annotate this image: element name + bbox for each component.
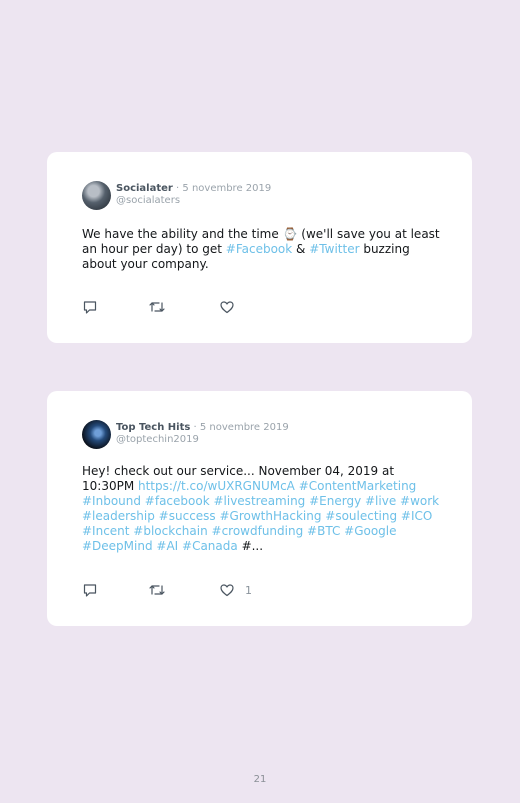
tweet-date: · 5 novembre 2019 [193,422,289,433]
tweet-text-part: #... [237,539,264,553]
author-handle[interactable]: @toptechin2019 [116,434,289,446]
avatar[interactable] [82,180,111,210]
tweet-meta: Top Tech Hits · 5 novembre 2019 @toptech… [116,422,289,446]
tweet-date: · 5 novembre 2019 [176,183,272,194]
tweet-card: Top Tech Hits · 5 novembre 2019 @toptech… [47,391,472,626]
reply-icon [83,301,97,314]
tweet-header: Top Tech Hits · 5 novembre 2019 @toptech… [82,419,289,449]
hashtag-link[interactable]: #Facebook [226,242,292,256]
tweet-text-part: & [292,242,310,256]
hashtag-link[interactable]: #Twitter [309,242,359,256]
name-line: Socialater · 5 novembre 2019 [116,183,271,195]
tweet-header: Socialater · 5 novembre 2019 @socialater… [82,180,271,210]
retweet-button[interactable] [148,299,166,315]
page-number: 21 [253,774,267,785]
author-name[interactable]: Top Tech Hits [116,422,190,433]
tweet-text: We have the ability and the time ⌚ (we'l… [82,227,442,272]
name-line: Top Tech Hits · 5 novembre 2019 [116,422,289,434]
tweet-meta: Socialater · 5 novembre 2019 @socialater… [116,183,271,207]
heart-icon [220,301,234,314]
tweet-card: Socialater · 5 novembre 2019 @socialater… [47,152,472,343]
reply-icon [83,584,97,597]
author-name[interactable]: Socialater [116,183,173,194]
author-handle[interactable]: @socialaters [116,195,271,207]
avatar[interactable] [82,419,111,449]
like-count: 1 [245,583,252,597]
tweet-text: Hey! check out our service... November 0… [82,464,442,554]
like-button[interactable]: 1 [219,582,252,598]
retweet-icon [149,302,165,312]
reply-button[interactable] [82,299,98,315]
reply-button[interactable] [82,582,98,598]
retweet-button[interactable] [148,582,166,598]
retweet-icon [149,585,165,595]
like-button[interactable] [219,299,245,315]
heart-icon [220,584,234,597]
